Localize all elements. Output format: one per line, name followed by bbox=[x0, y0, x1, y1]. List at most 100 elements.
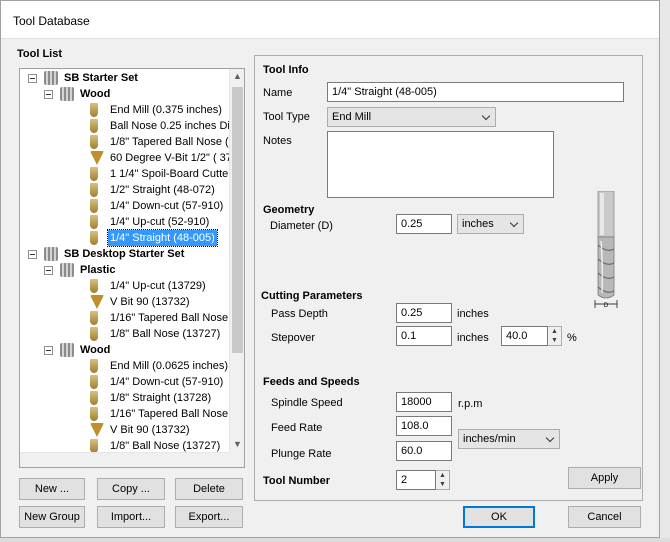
background-canvas-bottom bbox=[0, 538, 670, 542]
v-bit-icon bbox=[90, 295, 104, 309]
collapse-toggle-icon[interactable] bbox=[28, 250, 37, 259]
tree-vertical-scrollbar[interactable]: ▲ ▼ bbox=[229, 69, 244, 452]
tool-number-spinner[interactable]: ▲ ▼ bbox=[436, 470, 450, 490]
tool-tree[interactable]: SB Starter Set Wood End Mill (0.375 inches… bbox=[19, 68, 245, 468]
delete-tool-button[interactable]: Delete bbox=[175, 478, 243, 500]
tree-tool-row[interactable]: 1/8" Straight (13728) bbox=[20, 390, 229, 406]
spin-up-icon[interactable]: ▲ bbox=[436, 471, 449, 480]
spin-down-icon[interactable]: ▼ bbox=[436, 480, 449, 489]
tool-bit-icon bbox=[90, 135, 98, 149]
tree-tool-row[interactable]: 1/8" Tapered Ball Nose ( 7 bbox=[20, 134, 229, 150]
tree-tool-row[interactable]: 1/4" Down-cut (57-910) bbox=[20, 198, 229, 214]
cancel-button[interactable]: Cancel bbox=[568, 506, 641, 528]
scroll-up-icon[interactable]: ▲ bbox=[230, 69, 244, 84]
tool-bit-icon bbox=[90, 183, 98, 197]
tree-group-row[interactable]: Plastic bbox=[20, 262, 229, 278]
tree-tool-row[interactable]: End Mill (0.375 inches) bbox=[20, 102, 229, 118]
notes-textarea[interactable] bbox=[327, 131, 554, 198]
tool-type-value: End Mill bbox=[332, 111, 372, 123]
stepover-input[interactable]: 0.1 bbox=[396, 326, 452, 346]
pass-depth-input[interactable]: 0.25 bbox=[396, 303, 452, 323]
tree-item-label: 1/4" Down-cut (57-910) bbox=[110, 200, 224, 212]
name-input[interactable]: 1/4" Straight (48-005) bbox=[327, 82, 624, 102]
spindle-speed-input[interactable]: 18000 bbox=[396, 392, 452, 412]
tool-type-select[interactable]: End Mill bbox=[327, 107, 496, 127]
new-tool-button[interactable]: New ... bbox=[19, 478, 85, 500]
tree-item-label: 1/16" Tapered Ball Nose (1 bbox=[110, 408, 229, 420]
spindle-speed-label: Spindle Speed bbox=[271, 397, 343, 409]
spin-up-icon[interactable]: ▲ bbox=[548, 327, 561, 336]
import-button[interactable]: Import... bbox=[97, 506, 165, 528]
diameter-input[interactable]: 0.25 bbox=[396, 214, 452, 234]
collapse-toggle-icon[interactable] bbox=[44, 90, 53, 99]
tree-item-label: 1/4" Straight (48-005) bbox=[107, 229, 218, 247]
spindle-speed-unit: r.p.m bbox=[458, 398, 483, 410]
window-title: Tool Database bbox=[13, 14, 90, 28]
chevron-down-icon bbox=[545, 433, 555, 443]
v-bit-icon bbox=[90, 151, 104, 165]
tree-tool-row[interactable]: 1 1/4" Spoil-Board Cutter ( bbox=[20, 166, 229, 182]
tool-tree-content: SB Starter Set Wood End Mill (0.375 inches… bbox=[20, 69, 229, 452]
scroll-down-icon[interactable]: ▼ bbox=[230, 437, 244, 452]
new-group-button[interactable]: New Group bbox=[19, 506, 85, 528]
tree-tool-row[interactable]: 1/4" Down-cut (57-910) bbox=[20, 374, 229, 390]
tree-item-label: 1/4" Up-cut (52-910) bbox=[110, 216, 210, 228]
tool-bit-icon bbox=[90, 311, 98, 325]
percent-sign: % bbox=[567, 332, 577, 344]
tree-tool-row[interactable]: 60 Degree V-Bit 1/2" ( 37- bbox=[20, 150, 229, 166]
tree-tool-row[interactable]: 1/4" Straight (48-005) bbox=[20, 229, 229, 247]
collapse-toggle-icon[interactable] bbox=[28, 74, 37, 83]
copy-tool-button[interactable]: Copy ... bbox=[97, 478, 165, 500]
stepover-label: Stepover bbox=[271, 332, 316, 344]
ok-button[interactable]: OK bbox=[463, 506, 535, 528]
plunge-rate-input[interactable]: 60.0 bbox=[396, 441, 452, 461]
apply-button[interactable]: Apply bbox=[568, 467, 641, 489]
tree-tool-row[interactable]: 1/16" Tapered Ball Nose (1 bbox=[20, 406, 229, 422]
diameter-units-value: inches bbox=[462, 218, 494, 230]
tool-bit-icon bbox=[90, 439, 98, 452]
stepover-percent-spinner[interactable]: ▲ ▼ bbox=[548, 326, 562, 346]
tree-tool-row[interactable]: End Mill (0.0625 inches) bbox=[20, 358, 229, 374]
tree-tool-row[interactable]: 1/8" Ball Nose (13727) bbox=[20, 326, 229, 342]
collapse-toggle-icon[interactable] bbox=[44, 266, 53, 275]
title-bar: Tool Database bbox=[1, 1, 659, 39]
rate-units-select[interactable]: inches/min bbox=[458, 429, 560, 449]
tree-tool-row[interactable]: Ball Nose 0.25 inches Dia bbox=[20, 118, 229, 134]
tree-set-row[interactable]: SB Desktop Starter Set bbox=[20, 246, 229, 262]
collapse-toggle-icon[interactable] bbox=[44, 346, 53, 355]
tree-tool-row[interactable]: 1/8" Ball Nose (13727) bbox=[20, 438, 229, 452]
tool-info-heading: Tool Info bbox=[263, 64, 309, 76]
tree-tool-row[interactable]: 1/4" Up-cut (13729) bbox=[20, 278, 229, 294]
tool-database-window: Tool Database Tool List SB Starter Set Wo… bbox=[0, 0, 660, 538]
tool-number-label: Tool Number bbox=[263, 475, 331, 487]
tree-item-label: 1/2" Straight (48-072) bbox=[110, 184, 215, 196]
export-button[interactable]: Export... bbox=[175, 506, 243, 528]
spin-down-icon[interactable]: ▼ bbox=[548, 336, 561, 345]
tree-item-label: End Mill (0.375 inches) bbox=[110, 104, 222, 116]
tree-group-row[interactable]: Wood bbox=[20, 86, 229, 102]
tree-item-label: 1/16" Tapered Ball Nose (1 bbox=[110, 312, 229, 324]
scroll-thumb[interactable] bbox=[232, 87, 243, 353]
tree-tool-row[interactable]: 1/16" Tapered Ball Nose (1 bbox=[20, 310, 229, 326]
feeds-speeds-heading: Feeds and Speeds bbox=[263, 376, 360, 388]
tree-tool-row[interactable]: V Bit 90 (13732) bbox=[20, 422, 229, 438]
rate-units-value: inches/min bbox=[463, 433, 516, 445]
tool-group-icon bbox=[44, 247, 58, 261]
tree-tool-row[interactable]: 1/4" Up-cut (52-910) bbox=[20, 214, 229, 230]
diameter-units-select[interactable]: inches bbox=[457, 214, 524, 234]
tree-tool-row[interactable]: 1/2" Straight (48-072) bbox=[20, 182, 229, 198]
tree-horizontal-scrollbar[interactable] bbox=[20, 452, 229, 467]
tree-item-label: Plastic bbox=[80, 264, 116, 276]
chevron-down-icon bbox=[481, 111, 491, 121]
tree-item-label: V Bit 90 (13732) bbox=[110, 424, 190, 436]
diameter-diagram-label: D bbox=[604, 303, 609, 309]
tool-bit-icon bbox=[90, 103, 98, 117]
pass-depth-unit: inches bbox=[457, 308, 489, 320]
feed-rate-input[interactable]: 108.0 bbox=[396, 416, 452, 436]
tree-group-row[interactable]: Wood bbox=[20, 342, 229, 358]
tool-number-input[interactable]: 2 bbox=[396, 470, 436, 490]
stepover-percent-input[interactable]: 40.0 bbox=[501, 326, 548, 346]
tool-type-label: Tool Type bbox=[263, 111, 310, 123]
tree-set-row[interactable]: SB Starter Set bbox=[20, 70, 229, 86]
tree-tool-row[interactable]: V Bit 90 (13732) bbox=[20, 294, 229, 310]
